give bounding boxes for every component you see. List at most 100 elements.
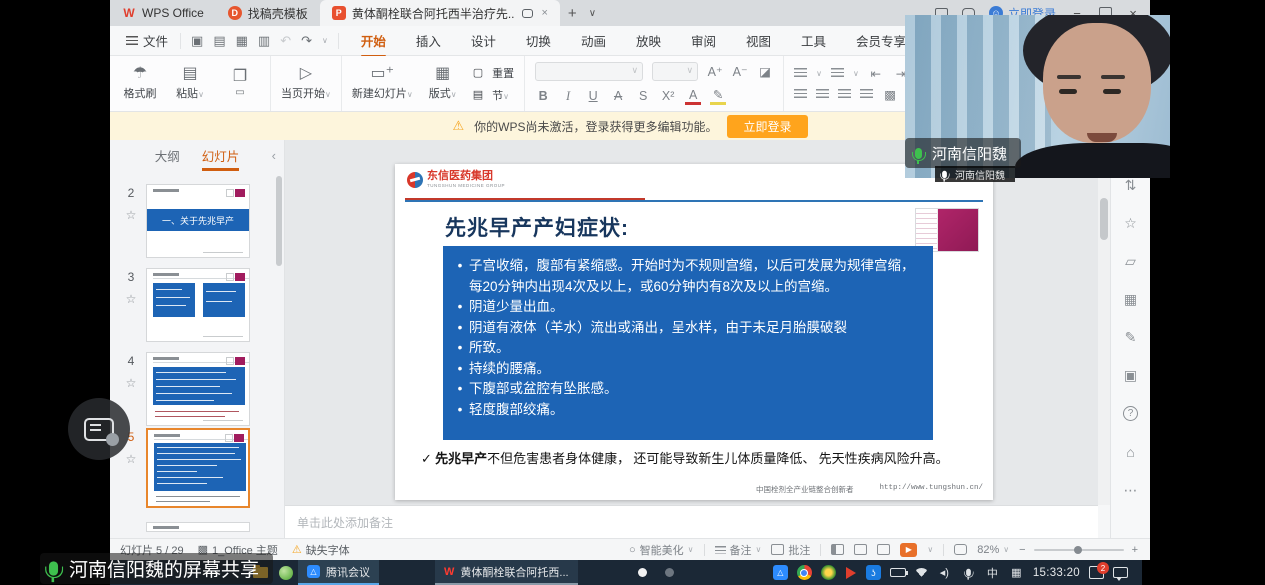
font-size-combobox[interactable]	[652, 62, 698, 81]
decrease-indent-icon[interactable]: ⇤	[868, 66, 884, 81]
fit-to-window-icon[interactable]	[954, 544, 967, 555]
zoom-slider-knob[interactable]	[1074, 546, 1082, 554]
help-icon[interactable]: ?	[1123, 406, 1138, 421]
font-name-combobox[interactable]	[535, 62, 643, 81]
smart-beautify-button[interactable]: ○ 智能美化 ∨	[629, 542, 694, 558]
align-right-icon[interactable]	[838, 89, 851, 99]
volume-icon[interactable]: ◂)	[937, 565, 952, 580]
slide-note[interactable]: ✓ 先兆早产不但危害患者身体健康， 还可能导致新生儿体质量降低、 先天性疾病风险…	[421, 450, 966, 469]
ime-indicator[interactable]: 中	[985, 565, 1000, 580]
menu-tab-design[interactable]: 设计	[469, 26, 498, 55]
zoom-slider[interactable]: − +	[1019, 544, 1138, 556]
redo-icon[interactable]: ↷	[301, 33, 312, 49]
slide-thumbnail-3[interactable]: 3 ☆	[120, 268, 250, 342]
paste-button[interactable]: ▤ 粘贴∨	[170, 66, 210, 101]
tab-close-icon[interactable]: ×	[541, 7, 547, 19]
star-icon[interactable]: ☆	[126, 292, 137, 306]
new-tab-button[interactable]: +	[560, 5, 585, 22]
battery-icon[interactable]	[890, 568, 906, 577]
strikethrough-button[interactable]: A	[610, 89, 626, 103]
slide-thumbnail-2[interactable]: 2 ☆ 一、关于先兆早产	[120, 184, 250, 258]
chart-helper-icon[interactable]: ▦	[1124, 292, 1137, 306]
slide-sorter-view-icon[interactable]	[854, 544, 867, 555]
reset-button[interactable]: ▢ 重置	[473, 65, 514, 81]
distribute-icon[interactable]: ▩	[882, 87, 898, 102]
zoom-out-button[interactable]: −	[1019, 544, 1025, 556]
clear-format-icon[interactable]: ◪	[757, 64, 773, 79]
tray-app-icon[interactable]	[821, 565, 836, 580]
tab-presentation-document[interactable]: P 黄体酮栓联合阿托西半治疗先.. ×	[320, 0, 560, 26]
wifi-icon[interactable]	[915, 568, 928, 577]
star-icon[interactable]: ☆	[126, 376, 137, 390]
undo-icon[interactable]: ↶	[280, 33, 291, 49]
increase-font-icon[interactable]: A⁺	[707, 64, 723, 79]
bold-button[interactable]: B	[535, 89, 551, 103]
tab-outline[interactable]: 大纲	[155, 142, 180, 169]
smart-beautify-icon[interactable]: ✎	[1125, 330, 1137, 344]
menu-tab-view[interactable]: 视图	[744, 26, 773, 55]
comment-button[interactable]: 批注	[771, 542, 810, 558]
tab-wps-office[interactable]: W WPS Office	[110, 0, 216, 26]
start-from-page-button[interactable]: ▷ 当页开始∨	[281, 66, 331, 101]
notification-center-icon[interactable]: 2	[1089, 565, 1104, 580]
highlight-button[interactable]: ✎	[710, 87, 726, 105]
thumbnail-preview[interactable]	[146, 428, 250, 508]
tray-browser-icon[interactable]	[797, 565, 812, 580]
tab-preview-icon[interactable]	[522, 9, 533, 18]
touch-keyboard-icon[interactable]: ▦	[1009, 565, 1024, 580]
bullet-list-icon[interactable]	[794, 68, 807, 78]
feedback-icon[interactable]	[1113, 567, 1128, 578]
more-chevron-icon[interactable]: ∨	[322, 36, 328, 45]
menu-tab-tools[interactable]: 工具	[799, 26, 828, 55]
export-icon[interactable]: ▤	[213, 33, 225, 49]
align-center-icon[interactable]	[816, 89, 829, 99]
tray-meeting-icon[interactable]: △	[773, 565, 788, 580]
login-now-button[interactable]: 立即登录	[727, 115, 807, 138]
more-tools-icon[interactable]: ⋯	[1124, 483, 1138, 497]
format-painter-button[interactable]: ☂ 格式刷	[120, 66, 160, 101]
collapse-panel-icon[interactable]: ‹	[272, 148, 276, 163]
slide-thumbnail-6-partial[interactable]	[146, 522, 250, 532]
menu-tab-member[interactable]: 会员专享	[854, 26, 908, 55]
print-icon[interactable]: ▦	[236, 33, 248, 49]
new-slide-button[interactable]: ▭⁺ 新建幻灯片∨	[352, 66, 413, 101]
slide-bullet-box[interactable]: •子宫收缩，腹部有紧缩感。开始时为不规则宫缩，以后可发展为规律宫缩，每20分钟内…	[443, 246, 933, 440]
underline-button[interactable]: U	[585, 89, 601, 103]
template-icon[interactable]: ⌂	[1126, 445, 1134, 459]
star-icon[interactable]: ☆	[126, 208, 137, 222]
numbered-list-icon[interactable]	[831, 68, 844, 78]
tab-list-chevron-icon[interactable]: ∨	[585, 8, 600, 19]
decrease-font-icon[interactable]: A⁻	[732, 64, 748, 79]
notes-panel[interactable]: 单击此处添加备注	[285, 505, 1098, 538]
star-icon[interactable]: ☆	[126, 452, 137, 466]
italic-button[interactable]: I	[560, 89, 576, 104]
canvas-scrollbar[interactable]	[1098, 140, 1110, 505]
slide-title[interactable]: 先兆早产产妇症状:	[445, 212, 629, 242]
favorites-icon[interactable]: ☆	[1124, 216, 1137, 230]
taskbar-wps-document[interactable]: W 黄体酮栓联合阿托西...	[435, 560, 578, 585]
notes-button[interactable]: 备注 ∨	[715, 542, 762, 558]
taskbar-tencent-meeting[interactable]: △ 腾讯会议	[298, 560, 379, 585]
slide-canvas[interactable]: 东信医药集团 TUNGSHUN MEDICINE GROUP 先兆早产产妇症状:…	[285, 140, 1098, 505]
missing-font-warning[interactable]: ⚠ 缺失字体	[292, 542, 350, 558]
font-color-button[interactable]: A	[685, 88, 701, 105]
file-menu-button[interactable]: 文件	[110, 31, 180, 50]
slideshow-play-button[interactable]: ▶	[900, 543, 917, 557]
meeting-floating-button[interactable]	[68, 398, 130, 460]
reading-view-icon[interactable]	[877, 544, 890, 555]
superscript-button[interactable]: X²	[660, 89, 676, 103]
menu-tab-home[interactable]: 开始	[359, 26, 388, 55]
canvas-scrollbar-thumb[interactable]	[1100, 198, 1108, 240]
shadow-button[interactable]: S	[635, 89, 651, 103]
slide-thumbnail-5-selected[interactable]: 5 ☆	[120, 428, 250, 508]
slide-editor[interactable]: 东信医药集团 TUNGSHUN MEDICINE GROUP 先兆早产产妇症状:…	[395, 164, 993, 500]
tab-slides[interactable]: 幻灯片	[202, 142, 240, 169]
menu-tab-animation[interactable]: 动画	[579, 26, 608, 55]
menu-tab-insert[interactable]: 插入	[414, 26, 443, 55]
slide-thumbnail-4[interactable]: 4 ☆	[120, 352, 250, 426]
zoom-level[interactable]: 82% ∨	[977, 544, 1009, 556]
zoom-in-button[interactable]: +	[1132, 544, 1138, 556]
object-properties-icon[interactable]: ⇅	[1125, 178, 1137, 192]
save-icon[interactable]: ▣	[191, 33, 203, 49]
play-options-chevron[interactable]: ∨	[927, 545, 933, 554]
